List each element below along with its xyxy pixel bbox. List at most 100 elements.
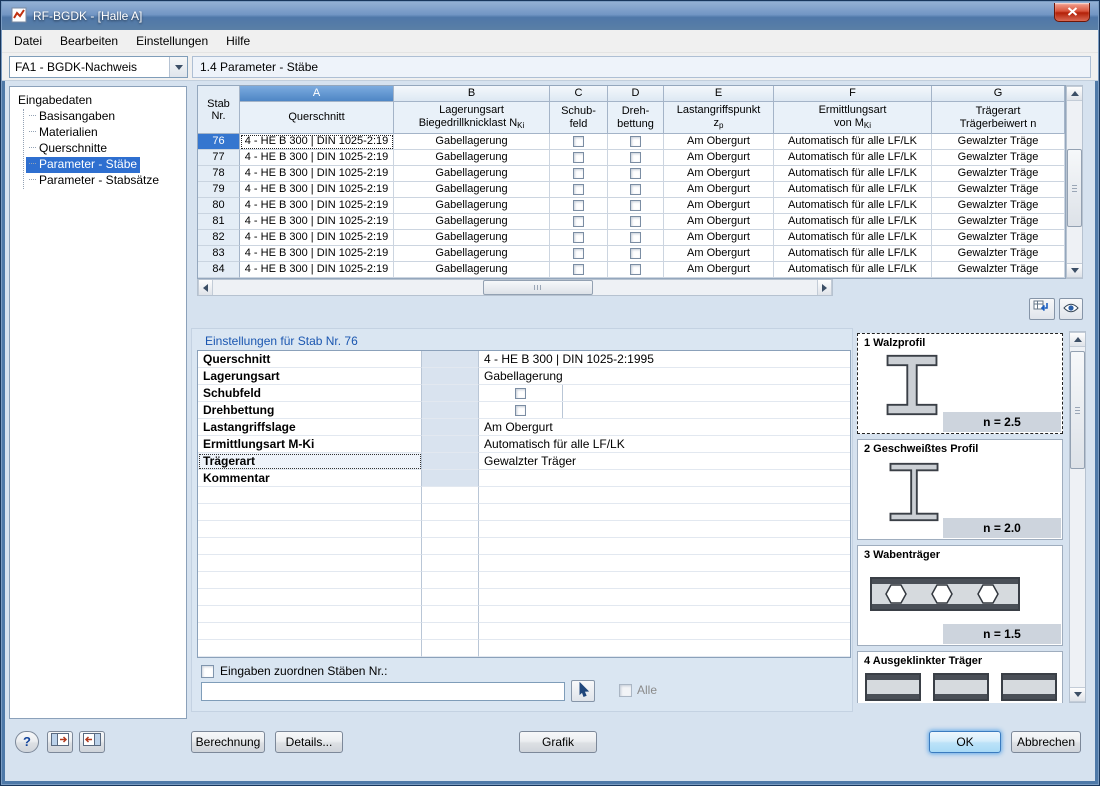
cell-drehbettung[interactable]: [608, 214, 664, 230]
toggle-panel-button[interactable]: [79, 731, 105, 753]
cell-traegerart[interactable]: Gewalzter Träge: [932, 182, 1065, 198]
checkbox[interactable]: [573, 200, 584, 211]
checkbox[interactable]: [630, 184, 641, 195]
cell-traegerart[interactable]: Gewalzter Träge: [932, 166, 1065, 182]
menu-bearbeiten[interactable]: Bearbeiten: [51, 30, 127, 52]
cell-drehbettung[interactable]: [608, 150, 664, 166]
prop-check-cell[interactable]: [479, 402, 563, 418]
cell-traegerart[interactable]: Gewalzter Träge: [932, 214, 1065, 230]
table-horizontal-scrollbar[interactable]: [197, 279, 833, 296]
cell-lastangriff[interactable]: Am Obergurt: [664, 262, 774, 278]
prop-value-empty[interactable]: [479, 572, 850, 589]
assign-members-input[interactable]: [201, 682, 565, 701]
row-header-78[interactable]: 78: [198, 166, 240, 182]
cell-schubfeld[interactable]: [550, 198, 608, 214]
checkbox[interactable]: [573, 184, 584, 195]
cell-ermittlung[interactable]: Automatisch für alle LF/LK: [774, 246, 932, 262]
cell-drehbettung[interactable]: [608, 198, 664, 214]
checkbox[interactable]: [630, 200, 641, 211]
prop-value-ermittlungsart-m-ki[interactable]: Automatisch für alle LF/LK: [479, 436, 850, 453]
checkbox[interactable]: [573, 136, 584, 147]
column-header-stab-nr[interactable]: StabNr.: [198, 86, 240, 134]
checkbox[interactable]: [630, 216, 641, 227]
prop-label-empty[interactable]: [198, 640, 422, 657]
column-header-f[interactable]: Ermittlungsartvon MKi: [774, 102, 932, 134]
checkbox[interactable]: [630, 248, 641, 259]
prop-label-lagerungsart[interactable]: Lagerungsart: [198, 368, 422, 385]
checkbox[interactable]: [573, 248, 584, 259]
checkbox[interactable]: [573, 216, 584, 227]
scrollbar-track[interactable]: [1067, 101, 1082, 263]
cell-schubfeld[interactable]: [550, 166, 608, 182]
prop-check-cell[interactable]: [479, 385, 563, 401]
cell-ermittlung[interactable]: Automatisch für alle LF/LK: [774, 182, 932, 198]
prop-label-querschnitt[interactable]: Querschnitt: [198, 351, 422, 368]
prop-value-empty[interactable]: [479, 538, 850, 555]
prop-value-lastangriffslage[interactable]: Am Obergurt: [479, 419, 850, 436]
cell-querschnitt[interactable]: 4 - HE B 300 | DIN 1025-2:19: [240, 214, 394, 230]
close-button[interactable]: [1054, 3, 1090, 22]
checkbox[interactable]: [630, 232, 641, 243]
cell-lastangriff[interactable]: Am Obergurt: [664, 182, 774, 198]
prop-value-kommentar[interactable]: [479, 470, 850, 487]
prop-label-empty[interactable]: [198, 623, 422, 640]
cell-traegerart[interactable]: Gewalzter Träge: [932, 262, 1065, 278]
cell-querschnitt[interactable]: 4 - HE B 300 | DIN 1025-2:19: [240, 166, 394, 182]
scroll-right-icon[interactable]: [817, 280, 832, 295]
gallery-item-3-wabentr-ger[interactable]: 3 Wabenträgern = 1.5: [857, 545, 1063, 646]
row-header-80[interactable]: 80: [198, 198, 240, 214]
prop-value-schubfeld[interactable]: [479, 385, 850, 402]
row-header-79[interactable]: 79: [198, 182, 240, 198]
cell-traegerart[interactable]: Gewalzter Träge: [932, 150, 1065, 166]
cell-schubfeld[interactable]: [550, 230, 608, 246]
scrollbar-thumb[interactable]: [483, 280, 593, 295]
prop-value-empty[interactable]: [479, 606, 850, 623]
checkbox[interactable]: [573, 264, 584, 275]
column-letter-g[interactable]: G: [932, 86, 1065, 102]
gallery-item-4-ausgeklinkter-tr-ger[interactable]: 4 Ausgeklinkter Träger: [857, 651, 1063, 703]
sidebar-item-materialien[interactable]: Materialien: [26, 125, 101, 141]
checkbox[interactable]: [515, 405, 526, 416]
pick-members-button[interactable]: [571, 680, 595, 702]
cell-ermittlung[interactable]: Automatisch für alle LF/LK: [774, 214, 932, 230]
cell-traegerart[interactable]: Gewalzter Träge: [932, 198, 1065, 214]
cell-lastangriff[interactable]: Am Obergurt: [664, 150, 774, 166]
cell-schubfeld[interactable]: [550, 246, 608, 262]
column-header-e[interactable]: Lastangriffspunktzp: [664, 102, 774, 134]
cell-traegerart[interactable]: Gewalzter Träge: [932, 134, 1065, 150]
checkbox[interactable]: [573, 168, 584, 179]
cell-drehbettung[interactable]: [608, 166, 664, 182]
row-header-83[interactable]: 83: [198, 246, 240, 262]
checkbox[interactable]: [515, 388, 526, 399]
prop-label-drehbettung[interactable]: Drehbettung: [198, 402, 422, 419]
prop-value-drehbettung[interactable]: [479, 402, 850, 419]
prop-value-empty[interactable]: [479, 623, 850, 640]
scrollbar-thumb[interactable]: [1067, 149, 1082, 227]
case-selector[interactable]: FA1 - BGDK-Nachweis: [9, 56, 188, 78]
prop-value-empty[interactable]: [479, 589, 850, 606]
prop-value-empty[interactable]: [479, 521, 850, 538]
cell-lastangriff[interactable]: Am Obergurt: [664, 166, 774, 182]
cell-drehbettung[interactable]: [608, 230, 664, 246]
cell-drehbettung[interactable]: [608, 246, 664, 262]
cell-lagerung[interactable]: Gabellagerung: [394, 150, 550, 166]
details-button[interactable]: Details...: [275, 731, 343, 753]
prop-label-schubfeld[interactable]: Schubfeld: [198, 385, 422, 402]
cell-lastangriff[interactable]: Am Obergurt: [664, 230, 774, 246]
scrollbar-thumb[interactable]: [1070, 351, 1085, 469]
cell-schubfeld[interactable]: [550, 182, 608, 198]
gallery-vertical-scrollbar[interactable]: [1069, 331, 1086, 703]
prop-label-kommentar[interactable]: Kommentar: [198, 470, 422, 487]
prop-label-empty[interactable]: [198, 538, 422, 555]
prop-label-ermittlungsart-m-ki[interactable]: Ermittlungsart M-Ki: [198, 436, 422, 453]
column-header-b[interactable]: LagerungsartBiegedrillknicklast NKi: [394, 102, 550, 134]
column-letter-d[interactable]: D: [608, 86, 664, 102]
ok-button[interactable]: OK: [929, 731, 1001, 753]
column-letter-f[interactable]: F: [774, 86, 932, 102]
cell-lastangriff[interactable]: Am Obergurt: [664, 246, 774, 262]
prop-label-lastangriffslage[interactable]: Lastangriffslage: [198, 419, 422, 436]
assign-members-checkbox[interactable]: [201, 665, 214, 678]
cell-lagerung[interactable]: Gabellagerung: [394, 182, 550, 198]
checkbox[interactable]: [573, 232, 584, 243]
cell-querschnitt[interactable]: 4 - HE B 300 | DIN 1025-2:19: [240, 246, 394, 262]
